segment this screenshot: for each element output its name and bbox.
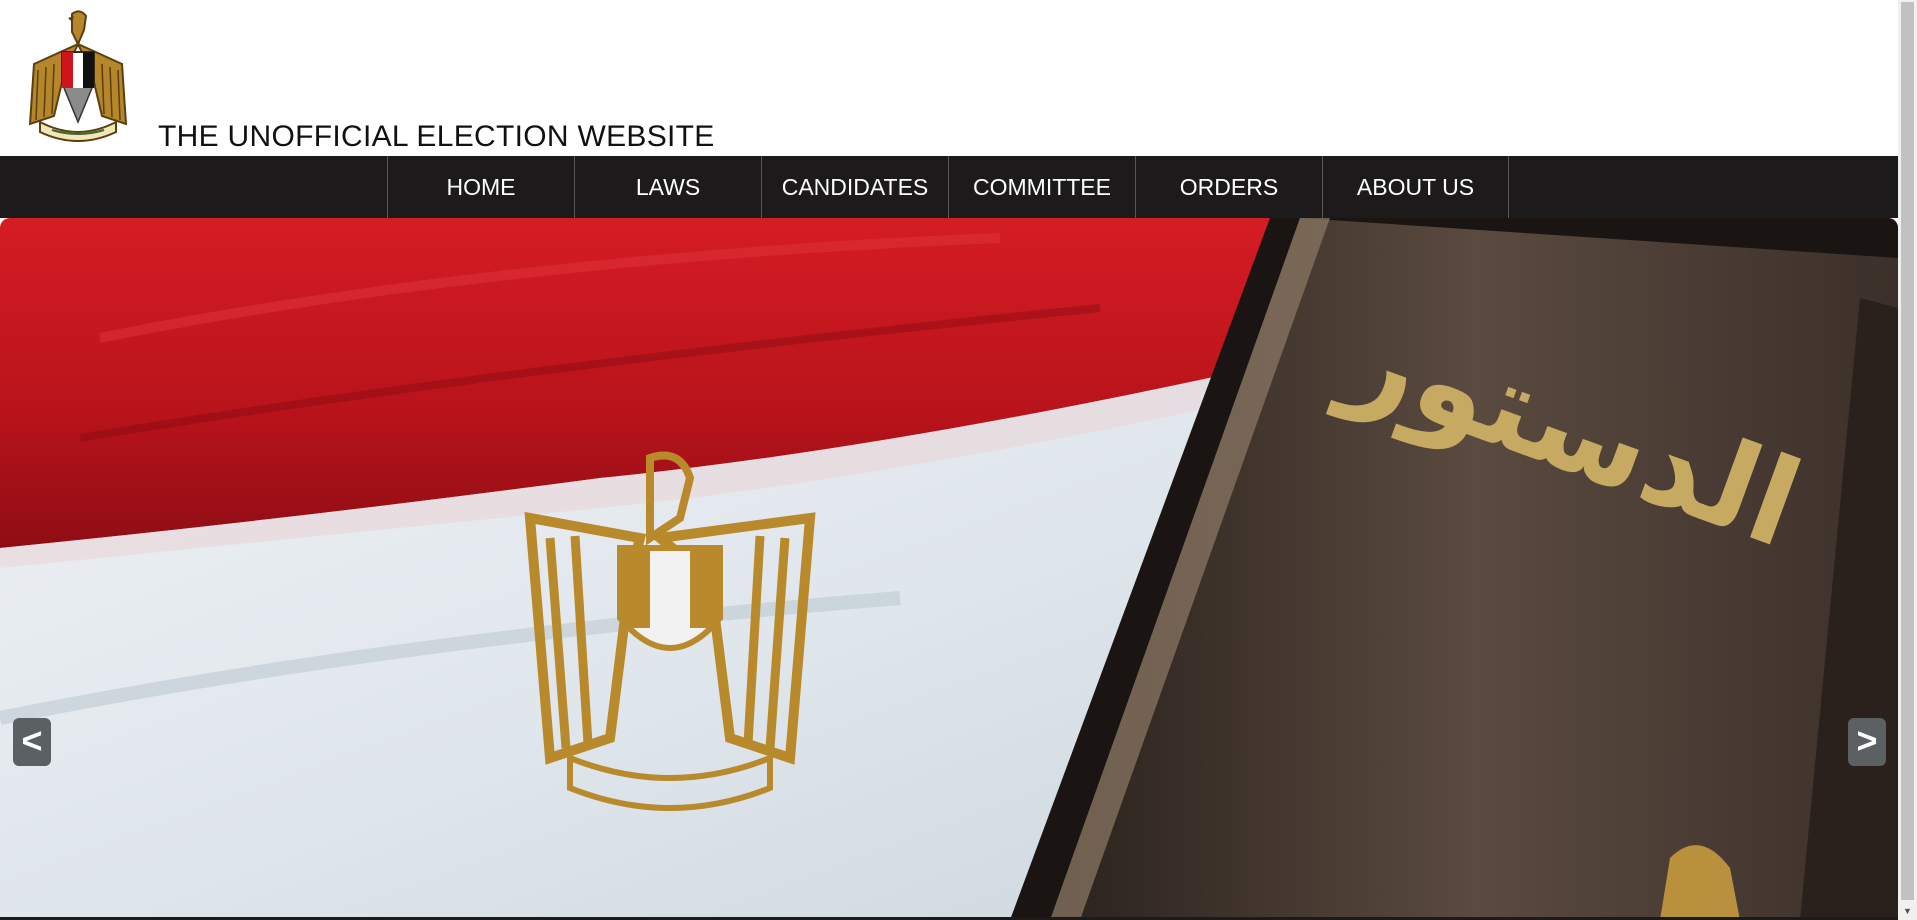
scrollbar-thumb[interactable]	[1901, 2, 1914, 900]
nav-list: HOME LAWS CANDIDATES COMMITTEE ORDERS AB…	[387, 156, 1509, 218]
nav-item-orders[interactable]: ORDERS	[1135, 156, 1322, 218]
emblem-logo-icon[interactable]	[24, 4, 132, 146]
hero-slider: الدستور < >	[0, 218, 1898, 920]
nav-item-candidates[interactable]: CANDIDATES	[761, 156, 948, 218]
slider-prev-button[interactable]: <	[13, 718, 51, 766]
page: THE UNOFFICIAL ELECTION WEBSITE HOME LAW…	[0, 0, 1917, 920]
nav-item-home[interactable]: HOME	[387, 156, 574, 218]
site-title: THE UNOFFICIAL ELECTION WEBSITE	[158, 120, 715, 153]
nav-item-committee[interactable]: COMMITTEE	[948, 156, 1135, 218]
site-header: THE UNOFFICIAL ELECTION WEBSITE	[0, 0, 1898, 156]
nav-item-about-us[interactable]: ABOUT US	[1322, 156, 1509, 218]
main-navigation: HOME LAWS CANDIDATES COMMITTEE ORDERS AB…	[0, 156, 1898, 218]
slider-next-button[interactable]: >	[1848, 718, 1886, 766]
vertical-scrollbar[interactable]: ▼	[1898, 0, 1917, 920]
scroll-down-arrow-icon[interactable]: ▼	[1898, 903, 1917, 920]
hero-image: الدستور	[0, 218, 1898, 920]
nav-item-laws[interactable]: LAWS	[574, 156, 761, 218]
